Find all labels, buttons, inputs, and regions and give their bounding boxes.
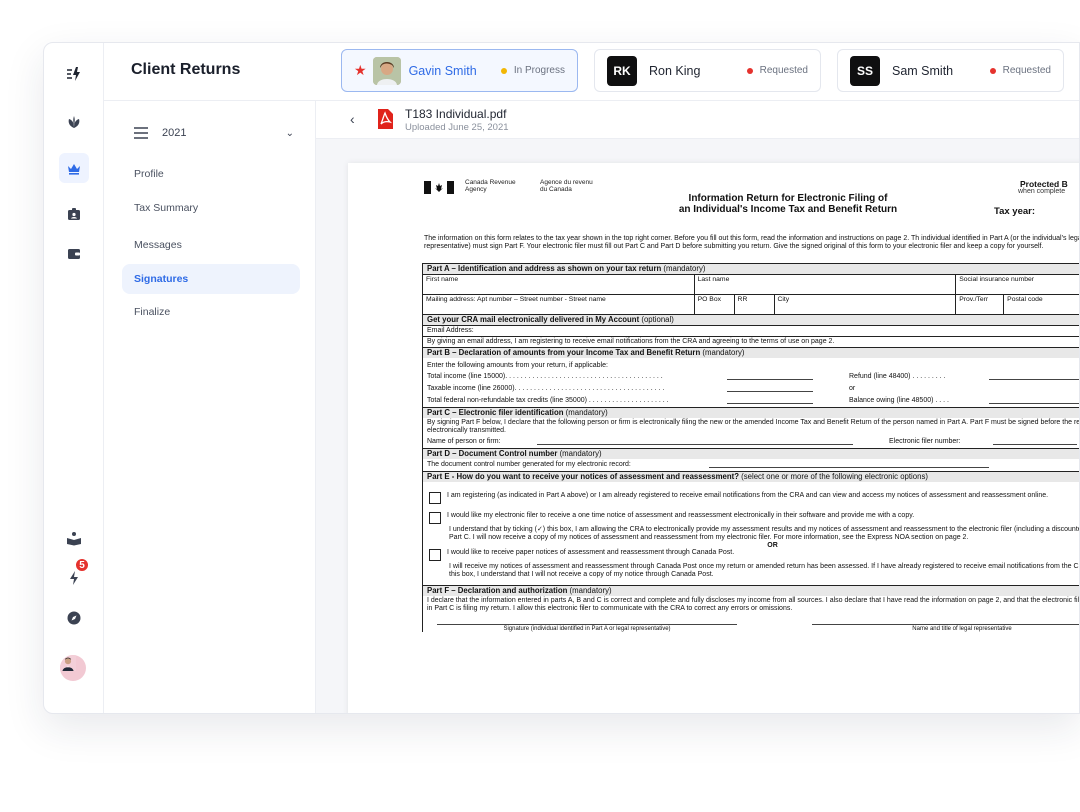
credits-row: Total federal non-refundable tax credits… bbox=[423, 395, 1079, 407]
protected-sub: when complete bbox=[1018, 188, 1066, 195]
checkbox[interactable] bbox=[429, 512, 441, 524]
top-bar: Client Returns ★ Gavin Smith In Progress… bbox=[104, 43, 1079, 101]
client-name: Sam Smith bbox=[892, 63, 954, 78]
option-electronic-filer[interactable]: I would like my electronic filer to rece… bbox=[423, 506, 1079, 526]
app-window: 5 Client Returns ★ Gavin Smith In Progre… bbox=[43, 42, 1080, 714]
agency-english: Canada Revenue Agency bbox=[465, 179, 516, 193]
part-b-header: Part B – Declaration of amounts from you… bbox=[423, 347, 1079, 358]
form-body: Part A – Identification and address as s… bbox=[422, 263, 1080, 632]
status-label: In Progress bbox=[513, 65, 565, 76]
file-upload-date: Uploaded June 25, 2021 bbox=[405, 122, 509, 133]
client-tab-ron-king[interactable]: RK Ron King Requested bbox=[594, 49, 821, 92]
sidebar-item-profile[interactable]: Profile bbox=[122, 159, 300, 189]
name-row: First name Last name Social insurance nu… bbox=[423, 274, 1079, 294]
client-tab-sam-smith[interactable]: SS Sam Smith Requested bbox=[837, 49, 1064, 92]
checkbox[interactable] bbox=[429, 549, 441, 561]
status-dot bbox=[500, 67, 507, 74]
logo-icon[interactable] bbox=[59, 59, 89, 89]
status-badge: In Progress bbox=[500, 65, 565, 76]
part-f-text: I declare that the information entered i… bbox=[427, 597, 1080, 612]
name-title-line[interactable]: Name and title of legal representative bbox=[812, 624, 1079, 632]
status-badge: Requested bbox=[746, 65, 808, 76]
client-tab-gavin-smith[interactable]: ★ Gavin Smith In Progress bbox=[341, 49, 578, 92]
part-a-header: Part A – Identification and address as s… bbox=[423, 263, 1079, 274]
part-d-header: Part D – Document Control number (mandat… bbox=[423, 448, 1079, 459]
status-dot bbox=[989, 67, 996, 74]
sidebar-item-tax-summary[interactable]: Tax Summary bbox=[122, 193, 300, 223]
part-c-header: Part C – Electronic filer identification… bbox=[423, 407, 1079, 418]
option-paper-notices-note: I will receive my notices of assessment … bbox=[449, 563, 1080, 578]
menu-icon[interactable] bbox=[134, 127, 148, 139]
icon-rail: 5 bbox=[44, 43, 104, 713]
leaf-icon[interactable] bbox=[59, 107, 89, 137]
canada-flag-icon bbox=[424, 181, 454, 194]
filer-row: Name of person or firm: Electronic filer … bbox=[423, 436, 1079, 448]
user-avatar[interactable] bbox=[60, 655, 86, 681]
part-f-header: Part F – Declaration and authorization (… bbox=[423, 585, 1079, 596]
status-badge: Requested bbox=[989, 65, 1051, 76]
notification-badge: 5 bbox=[74, 557, 90, 573]
wallet-icon[interactable] bbox=[59, 239, 89, 269]
file-name: T183 Individual.pdf bbox=[405, 107, 507, 121]
reader-icon[interactable] bbox=[59, 523, 89, 553]
star-icon[interactable]: ★ bbox=[354, 62, 367, 79]
year-selector[interactable]: 2021 ⌄ bbox=[134, 123, 294, 143]
year-value: 2021 bbox=[162, 127, 187, 139]
part-d-row: The document control number generated fo… bbox=[423, 459, 1079, 471]
sidebar-item-messages[interactable]: Messages bbox=[122, 230, 300, 260]
part-c-text: By signing Part F below, I declare that … bbox=[427, 419, 1080, 434]
status-dot bbox=[746, 67, 753, 74]
checkbox[interactable] bbox=[429, 492, 441, 504]
client-initials: SS bbox=[850, 55, 880, 86]
taxable-income-row: Taxable income (line 26000). . . . . . .… bbox=[427, 385, 856, 392]
compass-icon[interactable] bbox=[59, 603, 89, 633]
or-separator: OR bbox=[767, 542, 778, 549]
client-name: Gavin Smith bbox=[408, 63, 477, 78]
part-b-intro: Enter the following amounts from your re… bbox=[427, 362, 608, 369]
crown-icon[interactable] bbox=[59, 153, 89, 183]
chevron-down-icon[interactable]: ⌄ bbox=[286, 128, 294, 139]
sidebar-item-signatures[interactable]: Signatures bbox=[122, 264, 300, 294]
agency-french: Agence du revenu du Canada bbox=[540, 179, 593, 193]
cra-mail-header: Get your CRA mail electronically deliver… bbox=[423, 314, 1079, 325]
form-intro: The information on this form relates to … bbox=[424, 235, 1080, 250]
option-email-notices[interactable]: I am registering (as indicated in Part A… bbox=[423, 482, 1079, 506]
email-row: Email Address: bbox=[423, 325, 1079, 336]
client-initials: RK bbox=[607, 55, 637, 86]
client-photo bbox=[372, 56, 401, 85]
status-label: Requested bbox=[759, 65, 808, 76]
signature-line[interactable]: Signature (individual identified in Part… bbox=[437, 624, 737, 632]
id-badge-icon[interactable] bbox=[59, 199, 89, 229]
email-note: By giving an email address, I am registe… bbox=[423, 336, 1079, 347]
total-income-row: Total income (line 15000). . . . . . . .… bbox=[423, 371, 1079, 383]
part-e-header: Part E - How do you want to receive your… bbox=[423, 471, 1079, 482]
document-viewer: ‹ T183 Individual.pdf Uploaded June 25, … bbox=[316, 101, 1079, 713]
signature-lines: Signature (individual identified in Part… bbox=[423, 614, 1079, 632]
sidebar: 2021 ⌄ Profile Tax Summary Messages Sign… bbox=[104, 101, 316, 713]
page-title: Client Returns bbox=[131, 61, 241, 78]
back-arrow-icon[interactable]: ‹ bbox=[350, 111, 355, 127]
sidebar-item-finalize[interactable]: Finalize bbox=[122, 297, 300, 327]
pdf-icon bbox=[378, 109, 393, 129]
option-electronic-filer-note: I understand that by ticking (✓) this bo… bbox=[449, 526, 1080, 541]
tax-year-label: Tax year: bbox=[994, 206, 1036, 217]
form-title: Information Return for Electronic Filing… bbox=[678, 193, 898, 215]
address-row: Mailing address: Apt number – Street num… bbox=[423, 294, 1079, 314]
option-paper-notices[interactable]: I would like to receive paper notices of… bbox=[423, 549, 1079, 563]
pdf-page: Canada Revenue Agency Agence du revenu d… bbox=[348, 163, 1080, 713]
file-bar: ‹ T183 Individual.pdf Uploaded June 25, … bbox=[316, 101, 1079, 139]
status-label: Requested bbox=[1002, 65, 1051, 76]
client-name: Ron King bbox=[649, 63, 701, 78]
